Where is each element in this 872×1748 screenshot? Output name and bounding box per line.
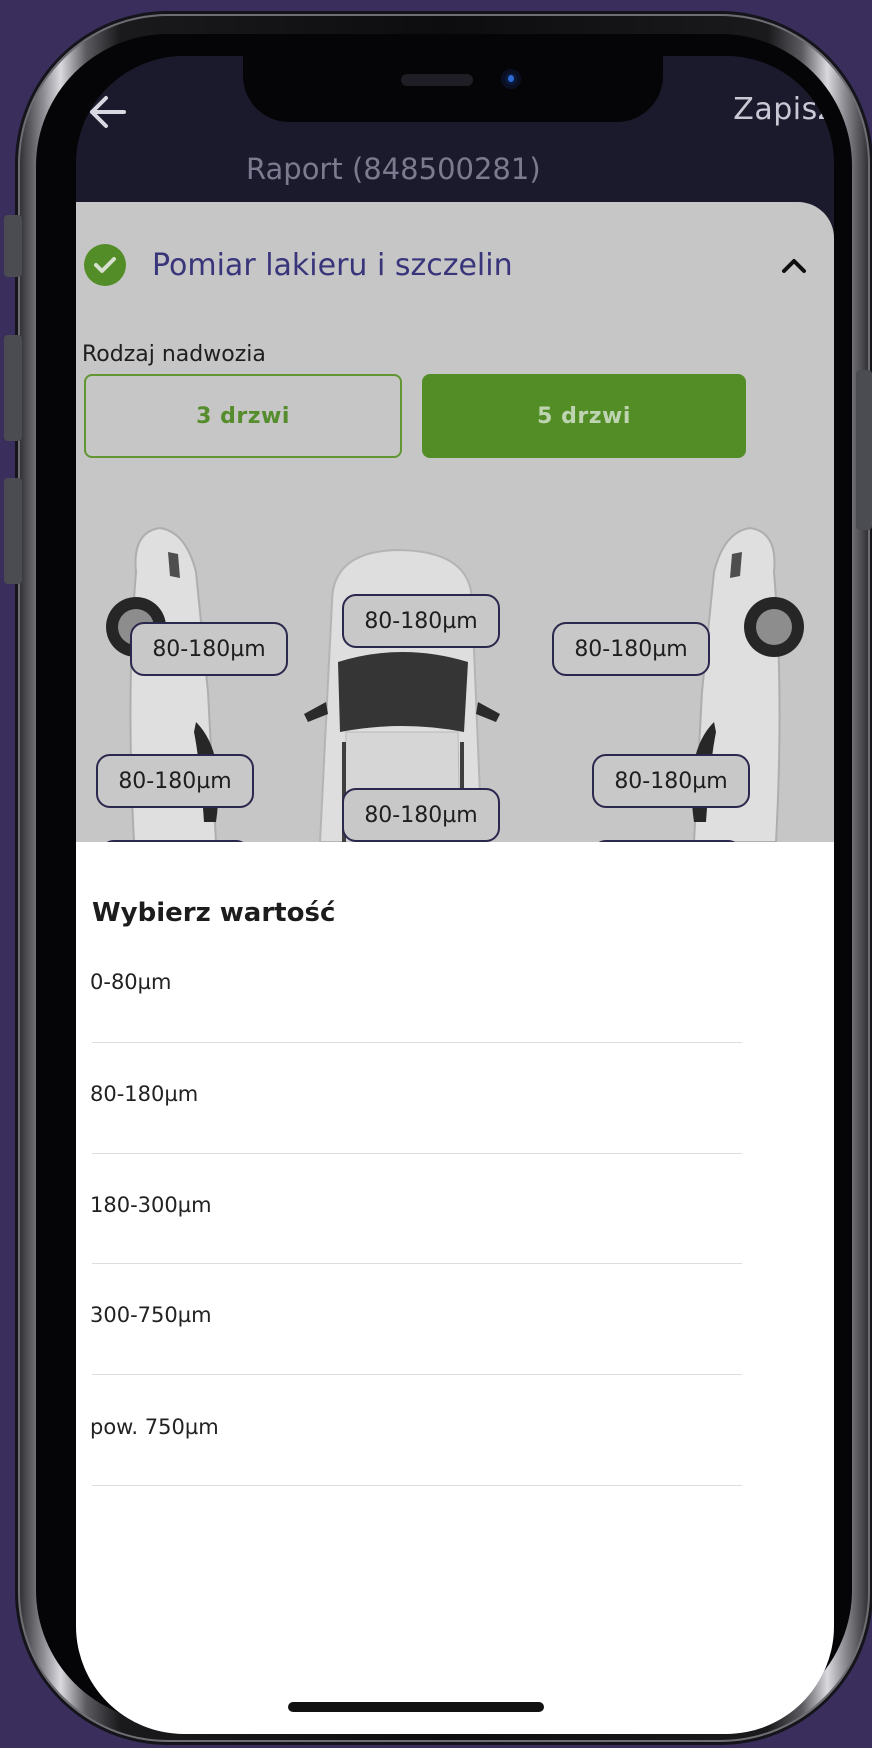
picker-option[interactable]: 0-80µm (90, 970, 740, 1030)
page-title: Raport (848500281) (246, 152, 541, 186)
report-content: Pomiar lakieru i szczelin Rodzaj nadwozi… (76, 202, 834, 842)
notch (243, 56, 663, 122)
camera (501, 69, 521, 89)
divider (92, 1374, 742, 1375)
picker-option[interactable]: 80-180µm (90, 1082, 740, 1142)
picker-option-label: 0-80µm (90, 970, 172, 994)
divider (92, 1263, 742, 1264)
divider (92, 1153, 742, 1154)
save-button[interactable]: Zapisz (733, 92, 834, 127)
divider (92, 1485, 742, 1486)
picker-option[interactable]: 180-300µm (90, 1193, 740, 1253)
picker-option-label: 180-300µm (90, 1193, 212, 1217)
volume-down-button (4, 478, 22, 584)
app-screen: Raport (848500281) Zapisz Pomiar lakieru… (76, 56, 834, 1734)
picker-title: Wybierz wartość (92, 898, 336, 928)
picker-option[interactable]: 300-750µm (90, 1303, 740, 1363)
modal-overlay[interactable] (76, 202, 834, 842)
divider (92, 1042, 742, 1043)
picker-option-label: 300-750µm (90, 1303, 212, 1327)
mute-switch (4, 215, 22, 277)
volume-up-button (4, 335, 22, 441)
power-button (856, 370, 872, 530)
value-picker-sheet: Wybierz wartość 0-80µm 80-180µm 180-300µ… (76, 842, 834, 1734)
home-indicator[interactable] (288, 1702, 544, 1712)
picker-option[interactable]: pow. 750µm (90, 1415, 740, 1475)
speaker (401, 74, 473, 86)
back-arrow-icon[interactable] (86, 90, 146, 134)
picker-option-label: pow. 750µm (90, 1415, 219, 1439)
picker-option-label: 80-180µm (90, 1082, 199, 1106)
